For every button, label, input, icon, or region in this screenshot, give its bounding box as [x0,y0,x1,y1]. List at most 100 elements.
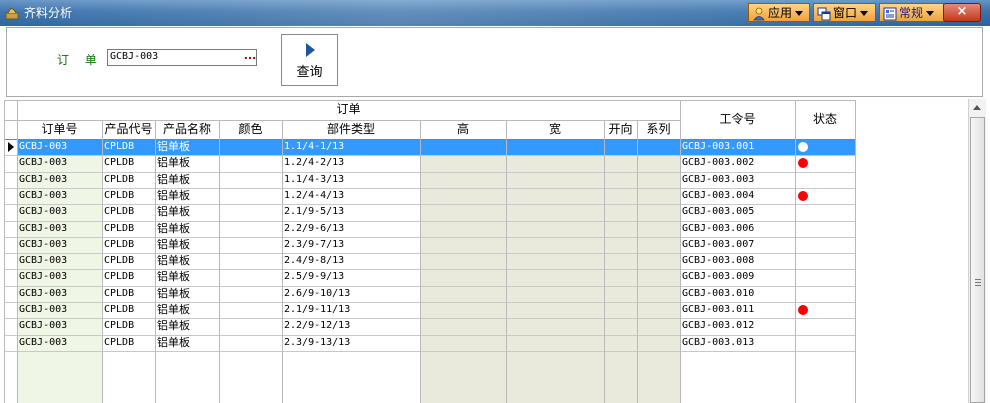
cell-product-code: CPLDB [104,238,135,250]
grid-line [4,120,680,121]
cell-opening-direction [604,155,637,171]
current-row-indicator-icon [8,142,14,152]
vertical-scrollbar[interactable] [968,99,986,403]
cell-part-type: 2.2/9-6/13 [284,222,345,234]
cell-part-type: 1.1/4-3/13 [284,173,345,185]
cell-series [637,286,680,302]
column-header[interactable]: 宽 [506,120,604,139]
cell-opening-direction [604,172,637,188]
cell-part-type: 2.1/9-11/13 [284,304,351,315]
column-header[interactable]: 高 [420,120,506,139]
cell-height [420,237,506,253]
cell-width [506,172,604,188]
grid-line [855,100,856,403]
cell-order-number: GCBJ-003 [19,336,68,348]
cell-width [506,237,604,253]
column-header[interactable]: 产品名称 [155,120,219,139]
scroll-up-arrow-icon[interactable] [973,105,981,110]
browse-button[interactable]: ... [243,49,257,66]
column-header[interactable]: 开向 [604,120,637,139]
cell-height [420,155,506,171]
cell-product-name: 铝单板 [157,286,190,300]
cell-order-number: GCBJ-003 [19,141,68,152]
menu-window-button[interactable]: 窗口 [813,3,876,22]
menu-app-label: 应用 [768,6,793,20]
cell-color [219,221,282,237]
cell-product-code: CPLDB [104,173,135,185]
cell-series [637,335,680,351]
cell-color [219,155,282,171]
cell-height [420,253,506,269]
cell-work-order: GCBJ-003.011 [682,304,755,315]
cell-order-number: GCBJ-003 [19,157,68,169]
column-header[interactable]: 系列 [637,120,680,139]
cell-series [637,204,680,220]
menu-general-label: 常规 [899,6,924,20]
column-group-header-order: 订单 [17,100,680,120]
cell-product-name: 铝单板 [157,140,190,153]
cell-opening-direction [604,335,637,351]
menu-general-button[interactable]: 常规 [879,3,944,22]
cell-order-number: GCBJ-003 [19,206,68,218]
cell-height [420,139,506,155]
cell-work-order: GCBJ-003.004 [682,189,755,201]
cell-series [637,318,680,334]
cell-product-code: CPLDB [104,271,135,283]
order-number-input[interactable]: GCBJ-003 [107,49,257,66]
cell-part-type: 2.5/9-9/13 [284,271,345,283]
cell-order-number: GCBJ-003 [19,173,68,185]
cell-work-order: GCBJ-003.010 [682,287,755,299]
cell-product-code: CPLDB [104,222,135,234]
cell-color [219,204,282,220]
cell-opening-direction [604,269,637,285]
column-header[interactable]: 颜色 [219,120,282,139]
cell-color [219,269,282,285]
cell-width [506,269,604,285]
query-button[interactable]: 查询 [281,34,338,86]
column-header[interactable]: 部件类型 [282,120,420,139]
cell-height [420,302,506,318]
cell-series [637,188,680,204]
cell-width [506,204,604,220]
cell-opening-direction [604,188,637,204]
cell-height [420,269,506,285]
cell-order-number: GCBJ-003 [19,189,68,201]
cell-product-code: CPLDB [104,304,135,315]
column-header-work-order[interactable]: 工令号 [680,100,795,139]
column-header-status[interactable]: 状态 [795,100,855,139]
column-header[interactable]: 订单号 [17,120,102,139]
cell-order-number: GCBJ-003 [19,255,68,267]
cell-width [506,221,604,237]
cell-series [637,269,680,285]
close-button[interactable]: × [943,3,981,22]
grid-line [4,351,855,352]
cell-opening-direction [604,318,637,334]
cell-work-order: GCBJ-003.006 [682,222,755,234]
grid-line [4,100,855,101]
cell-width [506,318,604,334]
cell-product-code: CPLDB [104,320,135,332]
cell-order-number: GCBJ-003 [19,222,68,234]
scrollbar-thumb[interactable] [970,117,985,403]
cell-part-type: 2.3/9-13/13 [284,336,351,348]
cell-height [420,286,506,302]
cell-work-order: GCBJ-003.012 [682,320,755,332]
cell-product-code: CPLDB [104,336,135,348]
document-icon [883,7,897,20]
column-header[interactable]: 产品代号 [102,120,155,139]
cell-work-order: GCBJ-003.013 [682,336,755,348]
cell-part-type: 2.2/9-12/13 [284,320,351,332]
cell-color [219,253,282,269]
cell-product-name: 铝单板 [157,303,190,316]
cell-color [219,335,282,351]
cell-part-type: 1.1/4-1/13 [284,141,345,152]
cell-opening-direction [604,204,637,220]
menu-app-button[interactable]: 应用 [748,3,810,22]
cell-work-order: GCBJ-003.002 [682,157,755,169]
cell-width [506,188,604,204]
cell-product-code: CPLDB [104,189,135,201]
chevron-down-icon [795,11,804,16]
cell-product-code: CPLDB [104,255,135,267]
cell-product-code: CPLDB [104,206,135,218]
cell-height [420,188,506,204]
